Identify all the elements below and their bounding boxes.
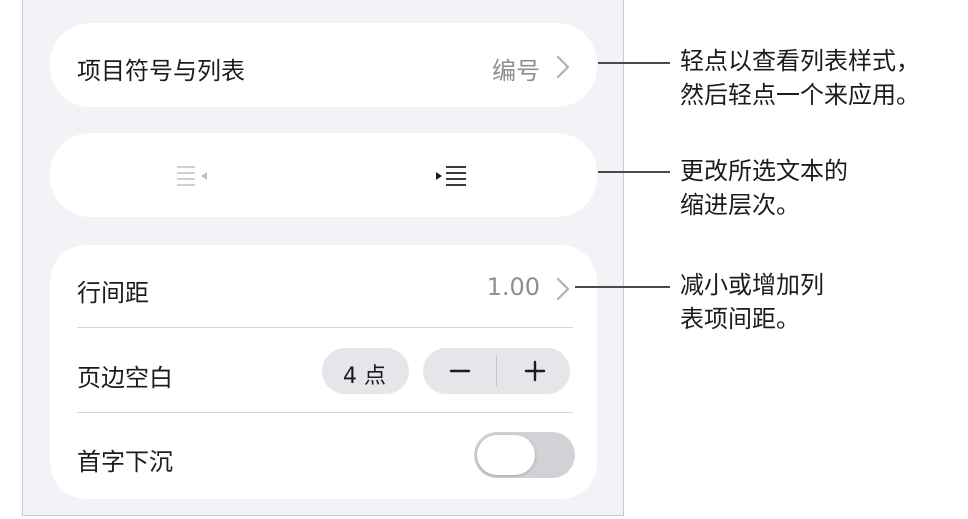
line-spacing-label: 行间距 <box>77 279 149 307</box>
line-spacing-value[interactable]: 1.00 <box>450 273 540 301</box>
callout-line <box>575 286 670 288</box>
callout-spacing-line2: 表项间距。 <box>680 305 800 333</box>
callout-indent-line1: 更改所选文本的 <box>680 157 848 185</box>
drop-cap-label: 首字下沉 <box>77 448 173 476</box>
callout-line <box>598 171 670 173</box>
chevron-right-icon <box>556 277 570 301</box>
indent-controls-row <box>50 133 597 217</box>
bullets-lists-label: 项目符号与列表 <box>77 57 245 85</box>
margin-value: 4 点 <box>343 364 386 389</box>
bullets-lists-value: 编号 <box>492 57 540 85</box>
stepper-divider <box>496 356 497 386</box>
plus-icon[interactable] <box>524 360 546 382</box>
callout-spacing-line1: 减小或增加列 <box>680 271 824 299</box>
drop-cap-toggle[interactable] <box>474 432 575 478</box>
callout-list-style-line1: 轻点以查看列表样式， <box>680 47 920 75</box>
increase-indent-icon[interactable] <box>432 160 472 190</box>
minus-icon[interactable] <box>449 360 471 382</box>
toggle-knob <box>477 435 535 475</box>
decrease-indent-icon[interactable] <box>170 160 210 190</box>
chevron-right-icon <box>556 55 570 79</box>
divider <box>77 327 573 328</box>
callout-indent-line2: 缩进层次。 <box>680 191 800 219</box>
margin-label: 页边空白 <box>77 364 173 392</box>
callout-list-style-line2: 然后轻点一个来应用。 <box>680 81 920 109</box>
callout-line <box>598 62 670 64</box>
divider <box>77 412 573 413</box>
